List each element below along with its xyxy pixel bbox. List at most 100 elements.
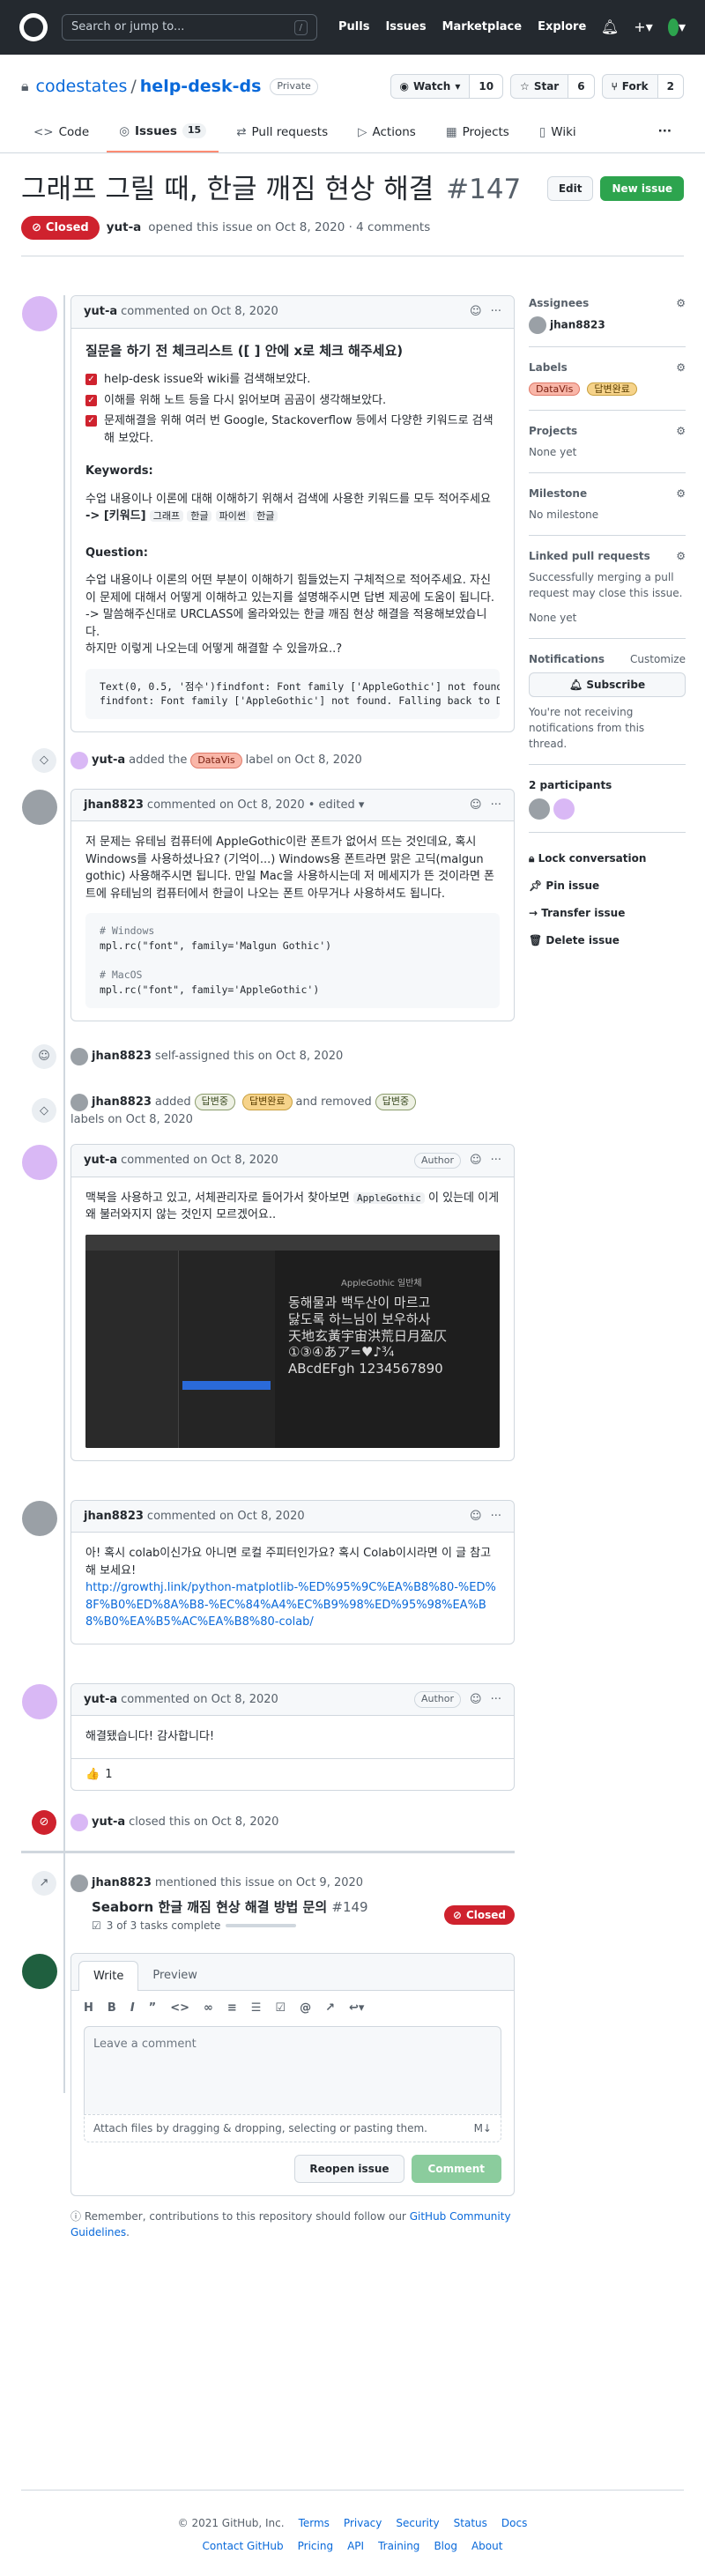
label-badge[interactable]: DataVis [529, 382, 581, 396]
new-issue-button[interactable]: New issue [600, 175, 684, 201]
user-avatar-menu[interactable]: ▾ [668, 19, 686, 36]
code-block[interactable]: # Windows mpl.rc("font", family='Malgun … [85, 913, 500, 1008]
footer-link-docs[interactable]: Docs [501, 2515, 527, 2531]
kebab-icon[interactable]: ··· [491, 1508, 501, 1526]
assignee[interactable]: jhan8823 [529, 316, 686, 334]
reaction-count[interactable]: 1 [105, 1766, 112, 1784]
tab-code[interactable]: <> Code [21, 115, 101, 152]
more-tabs-icon[interactable]: ··· [646, 115, 684, 152]
comment-author[interactable]: jhan8823 [84, 797, 144, 814]
smiley-icon[interactable]: ☺ [470, 797, 482, 814]
github-logo-icon[interactable] [19, 13, 48, 41]
gear-icon[interactable]: ⚙ [676, 548, 686, 564]
nav-explore[interactable]: Explore [538, 19, 586, 36]
tab-wiki[interactable]: ▯ Wiki [527, 115, 589, 152]
smiley-icon[interactable]: ☺ [470, 1152, 482, 1169]
comment-date[interactable]: commented on Oct 8, 2020 [121, 1152, 278, 1169]
tab-issues[interactable]: ◎ Issues 15 [107, 115, 219, 152]
customize-link[interactable]: Customize [630, 651, 686, 667]
repo-owner-link[interactable]: codestates [36, 74, 128, 100]
subscribe-button[interactable]: 🔔︎ Subscribe [529, 672, 686, 697]
quote-icon[interactable]: ” [149, 2000, 157, 2017]
colab-guide-link[interactable]: http://growthj.link/python-matplotlib-%E… [85, 1581, 496, 1629]
smiley-icon[interactable]: ☺ [470, 1691, 482, 1709]
comment-button[interactable]: Comment [411, 2154, 501, 2183]
avatar[interactable] [22, 1683, 57, 1719]
comment-author[interactable]: yut-a [84, 1152, 117, 1169]
thumbs-up-icon[interactable]: 👍 [85, 1766, 100, 1784]
tab-preview[interactable]: Preview [138, 1961, 212, 1991]
footer-link-about[interactable]: About [471, 2538, 502, 2554]
nav-marketplace[interactable]: Marketplace [442, 19, 523, 36]
plus-icon[interactable]: +▾ [634, 19, 652, 36]
edit-button[interactable]: Edit [546, 175, 594, 201]
event-actor[interactable]: yut-a [92, 1814, 125, 1831]
comment-textarea[interactable]: Leave a comment [84, 2025, 501, 2114]
event-actor[interactable]: jhan8823 [92, 1094, 152, 1111]
smiley-icon[interactable]: ☺ [470, 1508, 482, 1526]
transfer-issue-button[interactable]: → Transfer issue [529, 900, 686, 927]
label-badge[interactable]: 답변중 [375, 1094, 417, 1110]
avatar[interactable] [22, 1145, 57, 1181]
label-badge[interactable]: 답변중 [194, 1094, 236, 1110]
chevron-down-icon[interactable]: ▾ [355, 797, 365, 814]
event-actor[interactable]: jhan8823 [92, 1874, 152, 1892]
smiley-icon[interactable]: ☺ [470, 303, 482, 321]
kebab-icon[interactable]: ··· [491, 797, 501, 814]
footer-link-privacy[interactable]: Privacy [344, 2515, 382, 2531]
heading-icon[interactable]: H [84, 2000, 93, 2017]
footer-link-terms[interactable]: Terms [299, 2515, 330, 2531]
fork-count[interactable]: 2 [657, 75, 683, 99]
code-block[interactable]: Text(0, 0.5, '점수')findfont: Font family … [85, 668, 500, 719]
footer-link-blog[interactable]: Blog [434, 2538, 457, 2554]
checkbox-checked-icon[interactable]: ✓ [85, 374, 97, 385]
watch-button[interactable]: ◉ Watch ▾ 10 [390, 74, 504, 100]
watch-count[interactable]: 10 [470, 75, 503, 99]
avatar[interactable] [70, 1874, 88, 1893]
avatar[interactable] [22, 1953, 57, 1989]
reference-title-link[interactable]: Seaborn 한글 깨짐 현상 해결 방법 문의 #149 [92, 1897, 368, 1918]
code-icon[interactable]: <> [170, 2000, 189, 2017]
gear-icon[interactable]: ⚙ [676, 360, 686, 375]
tab-write[interactable]: Write [78, 1960, 139, 1992]
avatar[interactable] [22, 789, 57, 825]
link-icon[interactable]: ∞ [204, 2000, 213, 2017]
checkbox-checked-icon[interactable]: ✓ [85, 394, 97, 406]
gear-icon[interactable]: ⚙ [676, 486, 686, 501]
footer-link-training[interactable]: Training [378, 2538, 419, 2554]
avatar[interactable] [70, 751, 88, 769]
markdown-icon[interactable]: M↓ [474, 2120, 492, 2136]
kebab-icon[interactable]: ··· [491, 1691, 501, 1709]
reopen-issue-button[interactable]: Reopen issue [294, 2154, 404, 2183]
label-badge[interactable]: 답변완료 [587, 382, 637, 396]
gear-icon[interactable]: ⚙ [676, 295, 686, 311]
italic-icon[interactable]: I [130, 2000, 135, 2017]
comment-date[interactable]: commented on Oct 8, 2020 • edited [147, 797, 355, 814]
numbered-list-icon[interactable]: ☰ [251, 2000, 262, 2017]
footer-link-security[interactable]: Security [396, 2515, 439, 2531]
footer-link-api[interactable]: API [347, 2538, 364, 2554]
issue-author[interactable]: yut-a [107, 219, 142, 236]
lock-conversation-button[interactable]: 🔒︎ Lock conversation [529, 845, 686, 872]
comment-author[interactable]: jhan8823 [84, 1508, 144, 1526]
footer-link-status[interactable]: Status [454, 2515, 487, 2531]
attach-files-zone[interactable]: Attach files by dragging & dropping, sel… [84, 2113, 501, 2142]
task-list-icon[interactable]: ☑ [275, 2000, 286, 2017]
fork-button[interactable]: ⑂ Fork 2 [601, 74, 684, 100]
bell-icon[interactable]: 🔔︎ [601, 19, 619, 36]
avatar[interactable] [70, 1047, 88, 1065]
nav-pulls[interactable]: Pulls [338, 19, 369, 36]
nav-issues[interactable]: Issues [385, 19, 426, 36]
event-actor[interactable]: yut-a [92, 752, 125, 769]
star-button[interactable]: ☆ Star 6 [510, 74, 595, 100]
tab-projects[interactable]: ▦ Projects [434, 115, 522, 152]
repo-name-link[interactable]: help-desk-ds [140, 74, 262, 100]
reference-icon[interactable]: ↗ [325, 2000, 335, 2017]
comment-author[interactable]: yut-a [84, 1691, 117, 1709]
comment-date[interactable]: commented on Oct 8, 2020 [121, 303, 278, 321]
reply-icon[interactable]: ↩▾ [349, 2000, 364, 2017]
star-count[interactable]: 6 [568, 75, 594, 99]
pin-issue-button[interactable]: 📌︎ Pin issue [529, 872, 686, 900]
avatar[interactable] [70, 1093, 88, 1111]
bulleted-list-icon[interactable]: ≡ [227, 2000, 237, 2017]
